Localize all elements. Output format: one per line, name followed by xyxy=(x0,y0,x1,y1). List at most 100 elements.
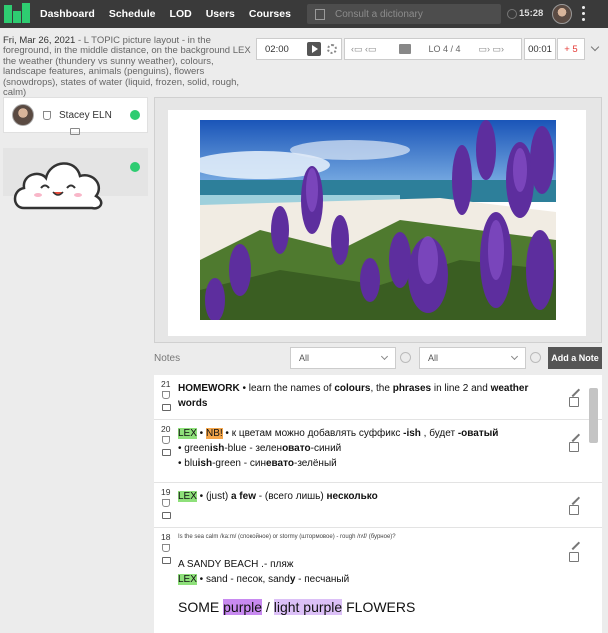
elapsed-counter: 00:01 xyxy=(524,38,556,60)
note-item: 21 HOMEWORK • learn the names of colours… xyxy=(154,375,602,420)
nav-courses[interactable]: Courses xyxy=(249,8,291,20)
note-text-segment: -ish xyxy=(403,428,421,439)
gear-icon[interactable] xyxy=(327,44,337,54)
eye-icon[interactable] xyxy=(162,557,171,564)
dictionary-search-input[interactable]: Consult a dictionary xyxy=(307,4,501,24)
note-text-segment: -зелёный xyxy=(294,458,337,469)
nb-tag: NB! xyxy=(205,428,223,439)
trophy-icon xyxy=(43,110,51,120)
notes-title: Notes xyxy=(154,353,181,364)
lesson-topic: Fri, Mar 26, 2021 - L TOPIC picture layo… xyxy=(3,35,253,99)
trophy-icon[interactable] xyxy=(162,499,170,507)
timer-value[interactable]: 02:00 xyxy=(265,44,307,55)
lo-label: LO 4 / 4 xyxy=(428,44,461,54)
search-placeholder: Consult a dictionary xyxy=(335,8,423,20)
note-text-segment: ish xyxy=(209,443,225,454)
note-checkbox[interactable] xyxy=(569,505,579,515)
filter-value: All xyxy=(299,353,310,363)
student-avatar xyxy=(12,104,34,126)
note-checkbox[interactable] xyxy=(569,397,579,407)
note-text-segment: -green - син xyxy=(212,458,266,469)
timer-control: 02:00 xyxy=(256,38,342,60)
note-line: LEX • NB! • к цветам можно добавлять суф… xyxy=(178,428,499,439)
notes-visibility-select[interactable]: All xyxy=(419,347,526,369)
eye-icon[interactable] xyxy=(162,404,171,411)
online-status-icon xyxy=(130,162,140,172)
picture-frame xyxy=(168,110,586,336)
next-slide-icon[interactable]: ▭› ▭› xyxy=(479,44,505,55)
lex-tag: LEX xyxy=(178,574,197,585)
app-logo[interactable] xyxy=(4,3,30,25)
note-text-segment: несколько xyxy=(326,491,378,502)
note-item: 18 Is the sea calm /ka:m/ (спокойное) or… xyxy=(154,528,602,633)
note-text-segment: phrases xyxy=(392,383,432,394)
points-button[interactable]: + 5 xyxy=(557,38,585,60)
student-name: Stacey ELN xyxy=(59,109,112,121)
clock-time: 15:28 xyxy=(519,8,544,19)
note-line: A SANDY BEACH .- пляж xyxy=(178,559,294,570)
note-number: 19 xyxy=(161,487,171,497)
lesson-date: Fri, Mar 26, 2021 xyxy=(3,35,76,46)
note-number: 18 xyxy=(161,532,171,542)
cloud-mascot-icon xyxy=(13,162,103,210)
camera-icon[interactable] xyxy=(70,128,80,135)
chevron-down-icon[interactable] xyxy=(590,42,600,52)
info-icon[interactable] xyxy=(400,352,411,363)
note-text-segment: • green xyxy=(178,443,210,454)
notes-scrollbar[interactable] xyxy=(589,388,598,443)
nav-schedule[interactable]: Schedule xyxy=(109,8,156,20)
lo-navigation: ‹▭ ‹▭ LO 4 / 4 ▭› ▭› xyxy=(344,38,522,60)
student-row[interactable]: Stacey ELN xyxy=(3,97,148,135)
note-small-text: Is the sea calm /ka:m/ (спокойное) or st… xyxy=(178,534,396,540)
info-icon[interactable] xyxy=(530,352,541,363)
note-text-segment: / xyxy=(262,599,274,615)
lex-tag: LEX xyxy=(178,428,197,439)
lesson-topic-text: - L TOPIC picture layout - in the foregr… xyxy=(3,35,251,99)
note-text-segment: евато xyxy=(265,458,294,469)
online-check-icon xyxy=(130,110,140,120)
lex-tag: LEX xyxy=(178,491,197,502)
note-text-segment: colours xyxy=(334,383,371,394)
eye-icon[interactable] xyxy=(162,449,171,456)
play-icon[interactable] xyxy=(307,42,321,56)
note-text-segment: -оватый xyxy=(457,428,499,439)
notes-list: 21 HOMEWORK • learn the names of colours… xyxy=(154,375,602,633)
notes-filter-select[interactable]: All xyxy=(290,347,396,369)
note-text-segment: - песчаный xyxy=(295,574,350,585)
note-checkbox[interactable] xyxy=(569,552,579,562)
nav-users[interactable]: Users xyxy=(206,8,235,20)
note-text-segment: FLOWERS xyxy=(342,599,416,615)
pencil-icon[interactable] xyxy=(565,427,581,443)
top-nav: Dashboard Schedule LOD Users Courses Con… xyxy=(0,0,608,28)
pencil-icon[interactable] xyxy=(565,490,581,506)
note-checkbox[interactable] xyxy=(569,442,579,452)
note-text: LEX • (just) a few - (всего лишь) нескол… xyxy=(178,483,552,504)
nav-lod[interactable]: LOD xyxy=(170,8,192,20)
note-number: 20 xyxy=(161,424,171,434)
add-note-button[interactable]: Add a Note xyxy=(548,347,602,369)
note-text-segment: SOME xyxy=(178,599,224,615)
note-text-segment: purple xyxy=(223,599,263,615)
trophy-icon[interactable] xyxy=(162,391,170,399)
more-menu-icon[interactable] xyxy=(582,6,586,21)
book-icon xyxy=(398,44,411,54)
clock-icon xyxy=(507,9,517,19)
prev-slide-icon[interactable]: ‹▭ ‹▭ xyxy=(351,44,377,55)
pencil-icon[interactable] xyxy=(565,382,581,398)
trophy-icon[interactable] xyxy=(162,544,170,552)
note-text-segment: ish xyxy=(197,458,213,469)
nav-dashboard[interactable]: Dashboard xyxy=(40,8,95,20)
lesson-photo[interactable] xyxy=(200,120,556,320)
trophy-icon[interactable] xyxy=(162,436,170,444)
note-line: • bluish-green - синевато-зелёный xyxy=(178,456,552,471)
note-line: • greenish-blue - зеленовато-синий xyxy=(178,441,552,456)
note-text-segment: , будет xyxy=(420,428,458,439)
user-avatar[interactable] xyxy=(552,4,572,24)
note-text-segment: • sand - песок, sand xyxy=(196,574,290,585)
note-line: SOME purple / light purple FLOWERS xyxy=(178,597,552,617)
note-item: 20 LEX • NB! • к цветам можно добавлять … xyxy=(154,420,602,483)
pencil-icon[interactable] xyxy=(565,535,581,551)
eye-icon[interactable] xyxy=(162,512,171,519)
note-text-segment: -blue - зелен xyxy=(224,443,283,454)
chevron-down-icon xyxy=(510,352,519,361)
